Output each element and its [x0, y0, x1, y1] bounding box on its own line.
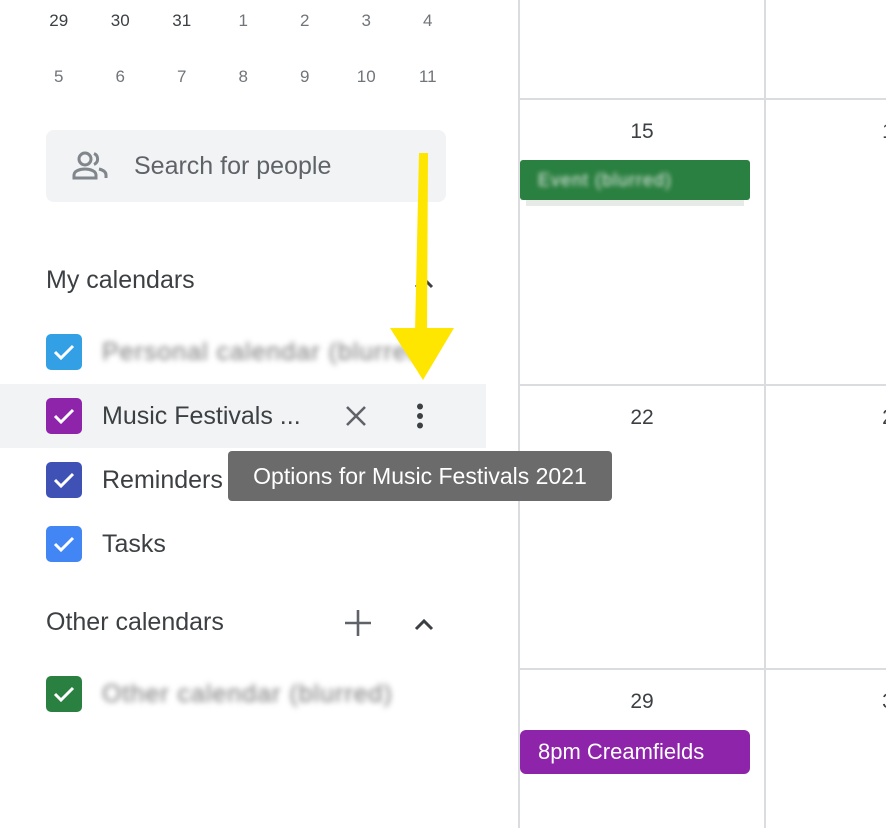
- search-placeholder: Search for people: [134, 151, 332, 180]
- grid-line: [518, 384, 886, 386]
- check-icon: [53, 536, 75, 553]
- sidebar: 29 30 31 1 2 3 4 5 6 7 8 9 10 11 Search …: [0, 0, 612, 828]
- my-calendars-collapse-button[interactable]: [404, 264, 444, 304]
- event-title: Event (blurred): [538, 169, 673, 190]
- people-icon: [70, 146, 110, 186]
- mini-calendar-day[interactable]: 7: [151, 60, 213, 94]
- options-tooltip: Options for Music Festivals 2021: [228, 451, 612, 501]
- calendar-item-tasks[interactable]: Tasks: [0, 512, 486, 576]
- search-people-input[interactable]: Search for people: [46, 130, 446, 202]
- mini-calendar-day[interactable]: 9: [274, 60, 336, 94]
- day-number[interactable]: 29: [520, 690, 764, 714]
- mini-calendar-day[interactable]: 1: [213, 4, 275, 38]
- check-icon: [53, 472, 75, 489]
- calendar-item[interactable]: Other calendar (blurred): [0, 662, 486, 726]
- check-icon: [53, 408, 75, 425]
- calendar-label: Reminders: [102, 465, 223, 494]
- calendar-checkbox[interactable]: [46, 462, 82, 498]
- grid-line: [518, 98, 886, 100]
- calendar-item-music-festivals[interactable]: Music Festivals ...: [0, 384, 486, 448]
- calendar-event-creamfields[interactable]: 8pm Creamfields: [520, 730, 750, 774]
- close-icon: [346, 406, 366, 426]
- mini-calendar-day[interactable]: 5: [28, 60, 90, 94]
- mini-calendar-day[interactable]: 8: [213, 60, 275, 94]
- mini-calendar-day[interactable]: 30: [90, 4, 152, 38]
- options-button[interactable]: [400, 396, 440, 436]
- calendar-checkbox[interactable]: [46, 676, 82, 712]
- mini-calendar-day[interactable]: 4: [397, 4, 459, 38]
- mini-calendar-day[interactable]: 29: [28, 4, 90, 38]
- chevron-up-icon: [414, 275, 434, 294]
- month-grid: 15 1 22 2 29 3 Event (blurred) 8pm Cream…: [518, 0, 886, 828]
- check-icon: [53, 344, 75, 361]
- mini-calendar-week: 29 30 31 1 2 3 4: [28, 4, 459, 38]
- calendar-checkbox[interactable]: [46, 398, 82, 434]
- calendar-item[interactable]: Personal calendar (blurred): [0, 320, 486, 384]
- day-number[interactable]: 22: [520, 406, 764, 430]
- check-icon: [53, 686, 75, 703]
- calendar-label: Music Festivals ...: [102, 401, 301, 430]
- other-calendars-collapse-button[interactable]: [404, 604, 444, 644]
- grid-line: [518, 668, 886, 670]
- mini-calendar-day[interactable]: 2: [274, 4, 336, 38]
- calendar-checkbox[interactable]: [46, 526, 82, 562]
- mini-calendar-day[interactable]: 10: [336, 60, 398, 94]
- day-number[interactable]: 15: [520, 120, 764, 144]
- day-number[interactable]: 2: [766, 406, 886, 430]
- calendar-label: Other calendar (blurred): [102, 679, 393, 708]
- day-number[interactable]: 1: [766, 120, 886, 144]
- mini-calendar-day[interactable]: 11: [397, 60, 459, 94]
- remove-calendar-button[interactable]: [336, 396, 376, 436]
- chevron-up-icon: [414, 618, 434, 631]
- calendar-label: Tasks: [102, 529, 166, 558]
- my-calendars-heading[interactable]: My calendars: [46, 266, 195, 295]
- calendar-event[interactable]: Event (blurred): [520, 160, 750, 200]
- event-shadow: [526, 200, 744, 206]
- mini-calendar-day[interactable]: 3: [336, 4, 398, 38]
- mini-calendar-day[interactable]: 6: [90, 60, 152, 94]
- mini-calendar-week: 5 6 7 8 9 10 11: [28, 60, 459, 94]
- calendar-label: Personal calendar (blurred): [102, 337, 432, 366]
- event-title: 8pm Creamfields: [538, 739, 705, 764]
- add-calendar-button[interactable]: [338, 603, 378, 643]
- mini-calendar-day[interactable]: 31: [151, 4, 213, 38]
- more-vert-icon: [417, 403, 423, 429]
- other-calendars-heading[interactable]: Other calendars: [46, 608, 224, 637]
- calendar-checkbox[interactable]: [46, 334, 82, 370]
- day-number[interactable]: 3: [766, 690, 886, 714]
- plus-icon: [345, 610, 371, 636]
